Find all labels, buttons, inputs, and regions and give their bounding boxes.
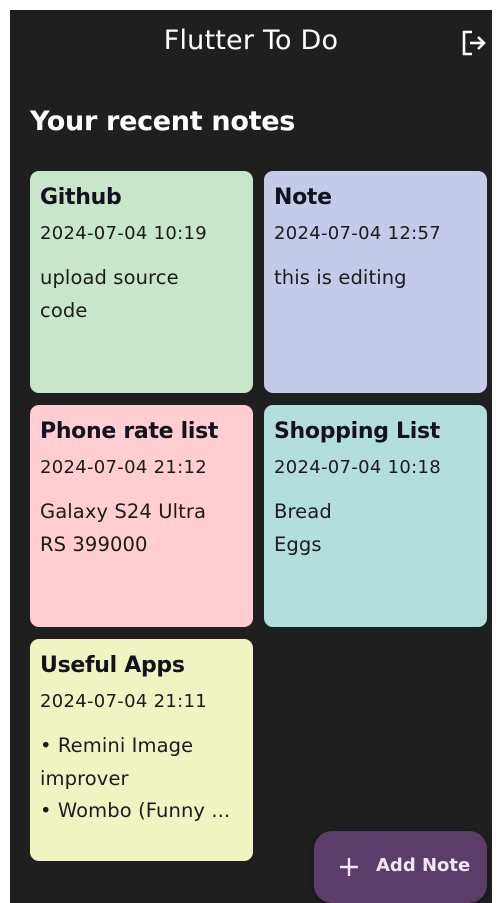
note-title: Note <box>274 185 332 210</box>
note-body-line: RS 399000 <box>40 532 148 556</box>
note-body-line: Eggs <box>274 532 322 556</box>
note-date: 2024-07-04 12:57 <box>274 223 442 244</box>
note-body-line: • Wombo (Funny ... <box>40 799 231 822</box>
app-title: Flutter To Do <box>163 25 339 56</box>
note-title: Useful Apps <box>40 653 185 678</box>
plus-icon <box>340 858 358 876</box>
note-card[interactable]: Shopping List 2024-07-04 10:18 Bread Egg… <box>264 405 487 627</box>
note-body: upload source code <box>40 262 243 327</box>
note-date: 2024-07-04 10:19 <box>40 223 208 244</box>
note-body-line: improver <box>40 766 129 790</box>
note-card[interactable]: Useful Apps 2024-07-04 21:11 • Remini Im… <box>30 639 253 861</box>
note-body: Galaxy S24 Ultra RS 399000 <box>40 496 243 561</box>
app-screen: Flutter To Do Your recent notes Github 2… <box>10 10 492 903</box>
logout-button[interactable] <box>460 29 488 57</box>
note-body-line: this is editing <box>274 266 407 289</box>
note-title: Phone rate list <box>40 419 219 444</box>
note-body-line: Galaxy S24 Ultra <box>40 500 206 523</box>
note-body: this is editing <box>274 262 477 295</box>
note-body: Bread Eggs <box>274 496 477 561</box>
note-card[interactable]: Note 2024-07-04 12:57 this is editing <box>264 171 487 393</box>
logout-icon <box>462 30 486 56</box>
note-body-line: upload source <box>40 266 179 289</box>
note-card[interactable]: Phone rate list 2024-07-04 21:12 Galaxy … <box>30 405 253 627</box>
note-date: 2024-07-04 21:11 <box>40 691 208 712</box>
add-note-label: Add Note <box>376 855 471 876</box>
note-body: • Remini Image improver • Wombo (Funny .… <box>40 730 243 828</box>
note-body-line: • Remini Image <box>40 734 194 757</box>
note-title: Github <box>40 185 122 210</box>
note-title: Shopping List <box>274 419 440 444</box>
notes-grid: Github 2024-07-04 10:19 upload source co… <box>30 171 487 861</box>
add-note-button[interactable]: Add Note <box>314 831 487 903</box>
note-body-line: code <box>40 298 88 322</box>
note-date: 2024-07-04 21:12 <box>40 457 208 478</box>
app-bar: Flutter To Do <box>10 10 492 76</box>
note-card[interactable]: Github 2024-07-04 10:19 upload source co… <box>30 171 253 393</box>
section-title: Your recent notes <box>30 106 295 137</box>
note-date: 2024-07-04 10:18 <box>274 457 442 478</box>
note-body-line: Bread <box>274 500 332 523</box>
